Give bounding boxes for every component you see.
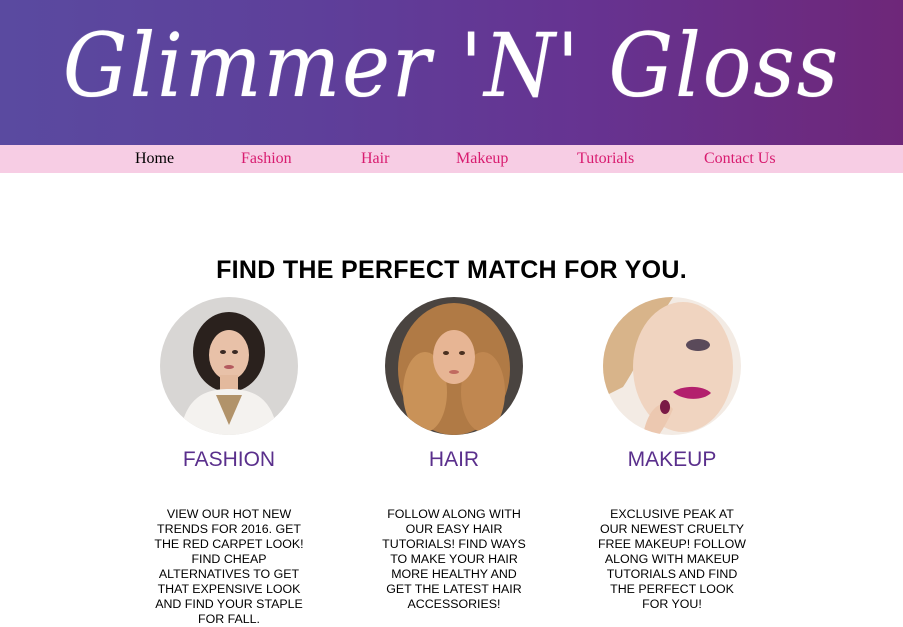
site-logo-title[interactable]: Glimmer 'N' Gloss: [36, 6, 867, 126]
card-title-fashion[interactable]: FASHION: [129, 447, 329, 473]
card-text-fashion: VIEW OUR HOT NEW TRENDS FOR 2016. GET TH…: [154, 507, 304, 626]
makeup-photo[interactable]: [603, 297, 741, 435]
page-headline: FIND THE PERFECT MATCH FOR YOU.: [216, 256, 687, 284]
site-banner: Glimmer 'N' Gloss: [0, 0, 903, 145]
nav-item-home[interactable]: Home: [135, 145, 174, 173]
category-card-makeup: MAKEUP EXCLUSIVE PEAK AT OUR NEWEST CRUE…: [572, 297, 772, 612]
nav-item-contact-us[interactable]: Contact Us: [704, 145, 776, 173]
nav-item-hair[interactable]: Hair: [361, 145, 389, 173]
category-card-fashion: FASHION VIEW OUR HOT NEW TRENDS FOR 2016…: [129, 297, 329, 627]
nav-item-makeup[interactable]: Makeup: [456, 145, 508, 173]
card-title-hair[interactable]: HAIR: [354, 447, 554, 473]
main-nav: Home Fashion Hair Makeup Tutorials Conta…: [0, 145, 903, 173]
nav-item-tutorials[interactable]: Tutorials: [577, 145, 634, 173]
card-text-hair: FOLLOW ALONG WITH OUR EASY HAIR TUTORIAL…: [382, 507, 526, 611]
nav-item-fashion[interactable]: Fashion: [241, 145, 292, 173]
category-card-hair: HAIR FOLLOW ALONG WITH OUR EASY HAIR TUT…: [354, 297, 554, 612]
card-text-makeup: EXCLUSIVE PEAK AT OUR NEWEST CRUELTY FRE…: [597, 507, 747, 611]
hair-photo[interactable]: [385, 297, 523, 435]
fashion-photo[interactable]: [160, 297, 298, 435]
card-title-makeup[interactable]: MAKEUP: [572, 447, 772, 473]
